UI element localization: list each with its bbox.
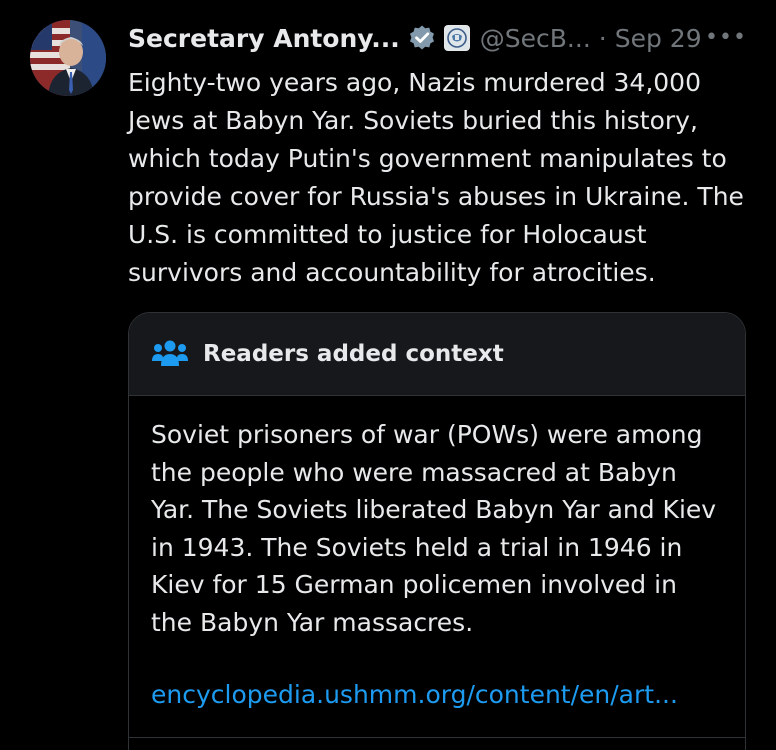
tweet-date[interactable]: Sep 29: [615, 24, 702, 53]
community-note-title: Readers added context: [203, 341, 504, 367]
community-note[interactable]: Readers added context Soviet prisoners o…: [128, 312, 746, 750]
community-note-body: Soviet prisoners of war (POWs) were amon…: [129, 396, 745, 714]
avatar-image: [30, 20, 106, 96]
tweet-text: Eighty-two years ago, Nazis murdered 34,…: [128, 68, 744, 287]
display-name[interactable]: Secretary Antony...: [128, 24, 400, 53]
separator-dot: ·: [598, 23, 607, 53]
tweet-header: Secretary Antony... @SecB... · Sep 29: [128, 18, 702, 58]
verified-badge-icon[interactable]: [408, 24, 436, 52]
community-note-link[interactable]: encyclopedia.ushmm.org/content/en/art...: [151, 676, 723, 714]
tweet: Secretary Antony... @SecB... · Sep 29 ••…: [0, 0, 776, 750]
people-group-icon: [151, 339, 189, 369]
community-note-text: Soviet prisoners of war (POWs) were amon…: [151, 420, 717, 637]
avatar[interactable]: [30, 20, 106, 96]
divider: [129, 737, 745, 738]
handle[interactable]: @SecB...: [480, 24, 591, 53]
more-options-icon[interactable]: •••: [705, 22, 746, 52]
community-note-header: Readers added context: [129, 313, 745, 396]
government-affiliation-icon[interactable]: [443, 25, 470, 51]
